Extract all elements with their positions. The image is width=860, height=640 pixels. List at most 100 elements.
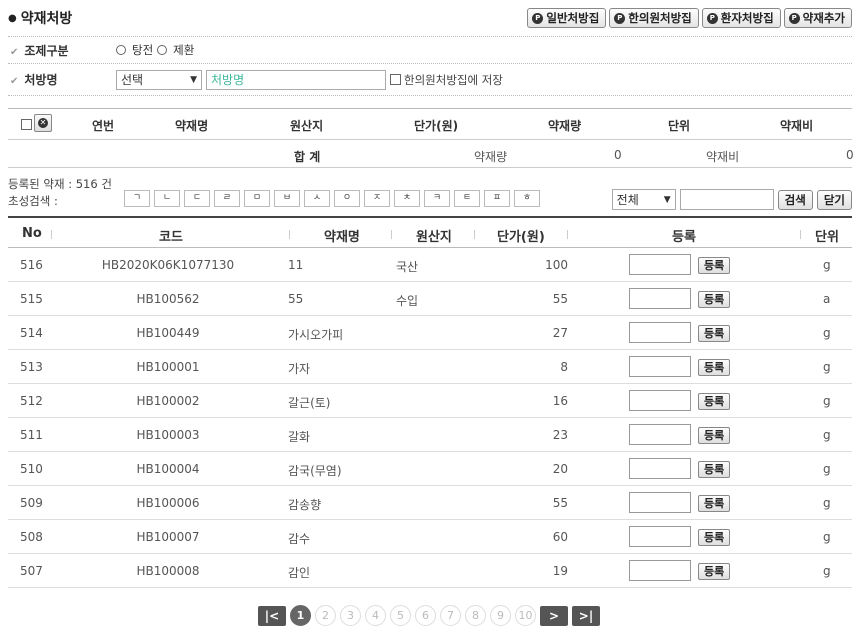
col-herb-name: 약재명 (324, 230, 360, 245)
delete-selected-button[interactable]: ✕ (34, 114, 52, 132)
cell-origin: 수입 (396, 294, 419, 308)
chosung-button[interactable]: ㅂ (274, 190, 300, 207)
page-number[interactable]: 3 (340, 605, 361, 626)
quantity-input[interactable] (629, 390, 691, 411)
register-button[interactable]: 등록 (698, 563, 731, 580)
chosung-button[interactable]: ㅁ (244, 190, 270, 207)
bullet-icon: ● (8, 13, 17, 24)
cell-price: 19 (552, 564, 568, 578)
col-origin: 원산지 (416, 230, 452, 245)
search-button[interactable]: 검색 (777, 189, 813, 210)
chosung-button[interactable]: ㅍ (484, 190, 510, 207)
search-filter-select[interactable]: 전체 ▼ (611, 189, 676, 210)
cell-herb-name: 가시오가피 (288, 328, 344, 342)
add-herb-label: 약재추가 (802, 11, 845, 25)
cell-no: 508 (20, 530, 43, 544)
close-button[interactable]: 닫기 (816, 189, 852, 210)
chosung-buttons: ㄱ ㄴ ㄷ ㄹ ㅁ ㅂ ㅅ ㅇ ㅈ ㅊ ㅋ ㅌ ㅍ ㅎ (124, 190, 540, 207)
quantity-input[interactable] (629, 356, 691, 377)
page-number[interactable]: 7 (440, 605, 461, 626)
prescription-select-value: 선택 (121, 73, 144, 87)
prescription-select[interactable]: 선택 ▼ (116, 69, 202, 90)
cell-price: 55 (552, 496, 568, 510)
col-register: 등록 (672, 230, 696, 245)
page-number[interactable]: 9 (490, 605, 511, 626)
clinic-prescriptions-button[interactable]: P 한의원처방집 (609, 8, 699, 28)
register-button[interactable]: 등록 (698, 461, 731, 478)
chosung-button[interactable]: ㅌ (454, 190, 480, 207)
chosung-button[interactable]: ㅋ (424, 190, 450, 207)
column-divider (51, 230, 52, 239)
page-number[interactable]: 2 (315, 605, 336, 626)
radio-pill-label: 제환 (173, 43, 195, 57)
chevron-down-icon: ▼ (663, 194, 671, 205)
quantity-input[interactable] (629, 288, 691, 309)
prep-type-label-text: 조제구분 (24, 43, 69, 58)
cell-unit: g (823, 394, 831, 408)
chosung-button[interactable]: ㅅ (304, 190, 330, 207)
radio-decoction[interactable] (116, 45, 126, 55)
page-number[interactable]: 1 (290, 605, 311, 626)
page-number[interactable]: 8 (465, 605, 486, 626)
cell-no: 509 (20, 496, 43, 510)
prescription-name-input[interactable]: 처방명 (206, 69, 386, 90)
chosung-button[interactable]: ㄷ (184, 190, 210, 207)
save-to-clinic-checkbox-wrap: 한의원처방집에 저장 (390, 72, 503, 88)
herb-search-input[interactable] (679, 189, 774, 210)
save-to-clinic-checkbox[interactable] (390, 74, 401, 85)
first-page-button[interactable]: |< (258, 605, 286, 626)
quantity-input[interactable] (629, 254, 691, 275)
register-button[interactable]: 등록 (698, 257, 731, 274)
cell-unit: g (823, 360, 831, 374)
add-herb-button[interactable]: P 약재추가 (783, 8, 852, 28)
registered-herb-count: 등록된 약재 : 516 건 (8, 177, 112, 191)
cell-no: 512 (20, 394, 43, 408)
sum-qty-label: 약재량 (474, 150, 508, 164)
register-button[interactable]: 등록 (698, 529, 731, 546)
register-button[interactable]: 등록 (698, 393, 731, 410)
quantity-input[interactable] (629, 560, 691, 581)
cell-unit: g (823, 496, 831, 510)
chosung-button[interactable]: ㄴ (154, 190, 180, 207)
chosung-button[interactable]: ㅎ (514, 190, 540, 207)
quantity-input[interactable] (629, 322, 691, 343)
cell-price: 27 (552, 326, 568, 340)
page-number[interactable]: 4 (365, 605, 386, 626)
general-prescriptions-label: 일반처방집 (546, 11, 600, 25)
chosung-button[interactable]: ㅇ (334, 190, 360, 207)
quantity-input[interactable] (629, 526, 691, 547)
last-page-button[interactable]: >| (572, 605, 600, 626)
page-title: ● 약재처방 (8, 8, 72, 28)
chosung-button[interactable]: ㅈ (364, 190, 390, 207)
page-number[interactable]: 6 (415, 605, 436, 626)
herb-search-controls: 전체 ▼ 검색 닫기 (611, 189, 852, 210)
general-prescriptions-button[interactable]: P 일반처방집 (527, 8, 607, 28)
chosung-button[interactable]: ㅊ (394, 190, 420, 207)
page-number[interactable]: 10 (515, 605, 536, 626)
select-all-checkbox[interactable] (21, 119, 32, 130)
next-page-button[interactable]: > (540, 605, 568, 626)
quantity-input[interactable] (629, 458, 691, 479)
register-button[interactable]: 등록 (698, 495, 731, 512)
table-row: 514 HB100449 가시오가피 27 g 등록 (8, 316, 852, 350)
quantity-input[interactable] (629, 492, 691, 513)
cell-no: 514 (20, 326, 43, 340)
page-number[interactable]: 5 (390, 605, 411, 626)
chosung-button[interactable]: ㄹ (214, 190, 240, 207)
patient-prescriptions-button[interactable]: P 환자처방집 (701, 8, 781, 28)
prescription-name-label-text: 처방명 (24, 73, 58, 87)
register-button[interactable]: 등록 (698, 291, 731, 308)
quantity-input[interactable] (629, 424, 691, 445)
cell-herb-name: 갈근(토) (288, 396, 331, 410)
register-button[interactable]: 등록 (698, 325, 731, 342)
chosung-button[interactable]: ㄱ (124, 190, 150, 207)
register-button[interactable]: 등록 (698, 427, 731, 444)
herb-list-table: No 코드 약재명 원산지 단가(원) 등록 단위 516 HB2020K06K1… (8, 216, 852, 588)
prescription-name-label: ✔ 처방명 (8, 71, 116, 88)
cell-unit: g (823, 564, 831, 578)
radio-pill[interactable] (157, 45, 168, 55)
col-unit-price: 단가(원) (414, 119, 459, 133)
register-button[interactable]: 등록 (698, 359, 731, 376)
check-mark-icon: ✔ (10, 76, 19, 87)
circle-arrow-icon: P (614, 12, 626, 24)
